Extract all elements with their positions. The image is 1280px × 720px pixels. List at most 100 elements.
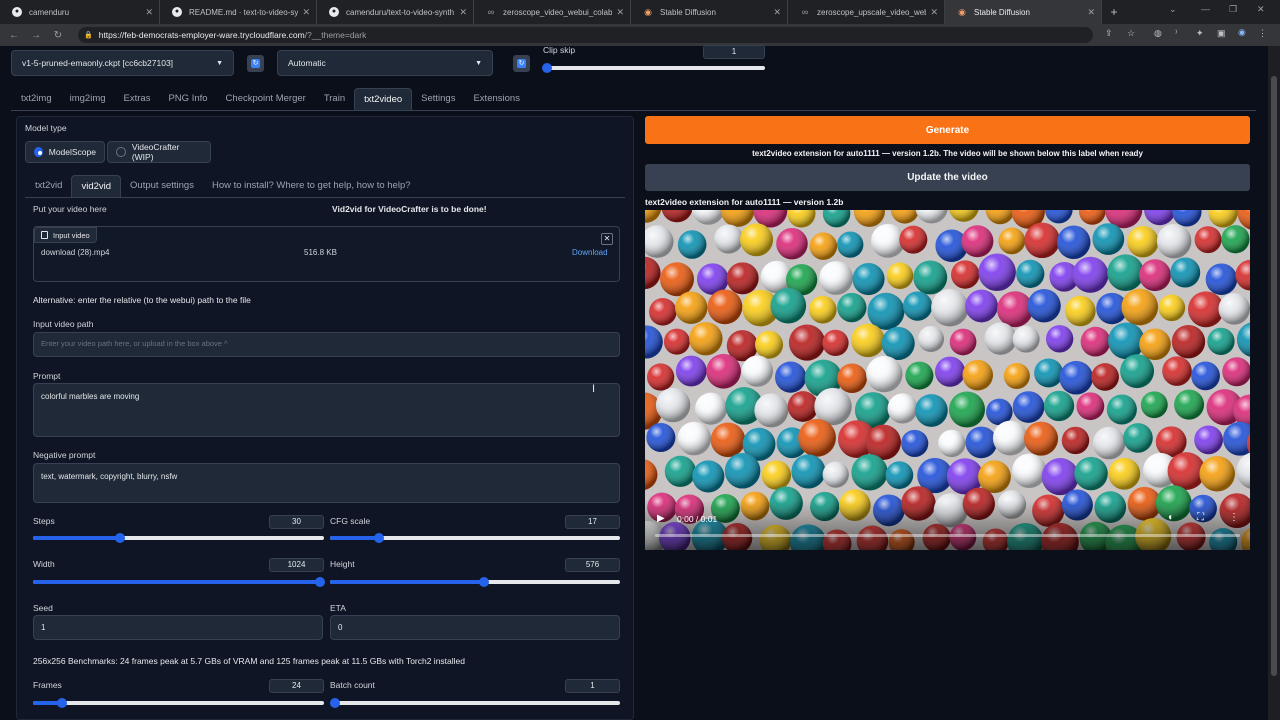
restore-icon[interactable]: ❐ [1229, 4, 1237, 15]
browser-tab[interactable]: ● camenduru ✕ [0, 0, 160, 24]
tab-txt2video[interactable]: txt2video [354, 88, 413, 110]
steps-input[interactable]: 30 [269, 515, 324, 529]
close-icon[interactable]: ✕ [930, 7, 938, 18]
tab-png-info[interactable]: PNG Info [159, 88, 216, 110]
volume-icon[interactable]: ◖ [1167, 512, 1173, 523]
height-slider[interactable] [330, 577, 620, 587]
back-icon[interactable]: ← [3, 30, 25, 41]
height-input[interactable]: 576 [565, 558, 620, 572]
tab-extras[interactable]: Extras [115, 88, 160, 110]
close-icon[interactable]: ✕ [145, 7, 153, 18]
slider-handle[interactable] [330, 698, 340, 708]
cfg-scale-input[interactable]: 17 [565, 515, 620, 529]
marble-highlight [726, 262, 759, 295]
page-scrollbar[interactable] [1268, 46, 1280, 720]
tab-img2img[interactable]: img2img [61, 88, 115, 110]
vae-dropdown[interactable]: Automatic ▼ [277, 50, 493, 76]
extension-icon[interactable]: ◍ [1154, 28, 1162, 39]
radio-modelscope[interactable]: ModelScope [25, 141, 105, 163]
slider-handle[interactable] [315, 577, 325, 587]
browser-tab[interactable]: ● camenduru/text-to-video-synth ✕ [317, 0, 474, 24]
update-video-button[interactable]: Update the video [645, 164, 1250, 191]
steps-slider[interactable] [33, 533, 324, 543]
tab-how-to-install[interactable]: How to install? Where to get help, how t… [203, 175, 420, 197]
negative-prompt-textarea[interactable]: text, watermark, copyright, blurry, nsfw [33, 463, 620, 503]
slider-handle[interactable] [542, 63, 552, 73]
batch-count-input[interactable]: 1 [565, 679, 620, 693]
eta-input[interactable]: 0 [330, 615, 620, 640]
video-player[interactable]: ▶ 0:00 / 0:01 ◖ ⛶ ⋮ [645, 210, 1250, 550]
marble-highlight [1107, 254, 1144, 292]
marble-highlight [689, 321, 723, 356]
star-icon[interactable]: ☆ [1127, 28, 1135, 39]
browser-tab-active[interactable]: ◉ Stable Diffusion ✕ [945, 0, 1102, 24]
tab-checkpoint-merger[interactable]: Checkpoint Merger [217, 88, 315, 110]
checkpoint-dropdown[interactable]: v1-5-pruned-emaonly.ckpt [cc6cb27103] ▼ [11, 50, 234, 76]
more-options-icon[interactable]: ⋮ [1229, 512, 1239, 523]
input-path-field[interactable]: Enter your video path here, or upload in… [33, 332, 620, 357]
batch-count-slider[interactable] [330, 698, 620, 708]
reload-icon[interactable]: ↻ [47, 30, 69, 41]
refresh-checkpoint-button[interactable]: ↻ [247, 55, 264, 72]
video-upload-box[interactable]: Input video ✕ download (28).mp4 516.8 KB… [33, 226, 620, 282]
close-icon[interactable]: ✕ [773, 7, 781, 18]
marble-highlight [1092, 426, 1126, 460]
profile-avatar[interactable]: ◉ [1238, 27, 1246, 38]
download-link[interactable]: Download [572, 248, 608, 257]
frames-slider[interactable] [33, 698, 324, 708]
lock-icon: 🔒 [84, 32, 93, 39]
prompt-textarea[interactable]: colorful marbles are moving [33, 383, 620, 437]
marble-highlight [740, 223, 774, 257]
close-icon[interactable]: ✕ [302, 7, 310, 18]
tab-txt2img[interactable]: txt2img [12, 88, 61, 110]
sub-tabs: txt2vid vid2vid Output settings How to i… [26, 175, 420, 197]
browser-tab[interactable]: ∞ zeroscope_upscale_video_webui ✕ [788, 0, 945, 24]
tab-txt2vid[interactable]: txt2vid [26, 175, 71, 197]
fullscreen-icon[interactable]: ⛶ [1197, 512, 1204, 523]
marble-highlight [741, 355, 774, 387]
browser-tab[interactable]: ∞ zeroscope_video_webui_colab.ip ✕ [474, 0, 631, 24]
tab-settings[interactable]: Settings [412, 88, 464, 110]
forward-icon[interactable]: → [25, 30, 47, 41]
clip-skip-slider[interactable] [542, 63, 765, 73]
url-field[interactable]: 🔒 https://feb-democrats-employer-ware.tr… [78, 27, 1093, 43]
frames-input[interactable]: 24 [269, 679, 324, 693]
github-icon: ● [172, 7, 182, 17]
address-bar: ← → ↻ 🔒 https://feb-democrats-employer-w… [0, 24, 1280, 46]
cfg-scale-slider[interactable] [330, 533, 620, 543]
tab-train[interactable]: Train [315, 88, 354, 110]
close-icon[interactable]: ✕ [459, 7, 467, 18]
new-tab-button[interactable]: + [1102, 5, 1126, 19]
extension-icon[interactable]: ⁾ [1175, 28, 1177, 39]
radio-videocrafter[interactable]: VideoCrafter (WIP) [107, 141, 211, 163]
more-icon[interactable]: ⋮ [1258, 28, 1267, 39]
chevron-down-icon[interactable]: ⌄ [1169, 4, 1177, 15]
play-icon[interactable]: ▶ [657, 513, 665, 524]
width-input[interactable]: 1024 [269, 558, 324, 572]
marble-highlight [1092, 223, 1125, 255]
browser-tab[interactable]: ◉ Stable Diffusion ✕ [631, 0, 788, 24]
marble-highlight [837, 231, 864, 258]
marble-highlight [1065, 295, 1096, 327]
share-icon[interactable]: ⇪ [1105, 28, 1113, 39]
tab-vid2vid[interactable]: vid2vid [71, 175, 122, 197]
tab-extensions[interactable]: Extensions [464, 88, 528, 110]
window-close-icon[interactable]: ✕ [1257, 4, 1265, 15]
slider-handle[interactable] [478, 577, 489, 587]
sidebar-icon[interactable]: ▣ [1217, 28, 1226, 39]
clip-skip-input[interactable]: 1 [703, 45, 765, 59]
width-slider[interactable] [33, 577, 325, 587]
tab-output-settings[interactable]: Output settings [121, 175, 203, 197]
generate-button[interactable]: Generate [645, 116, 1250, 144]
minimize-icon[interactable]: — [1201, 4, 1210, 14]
clear-upload-button[interactable]: ✕ [601, 233, 613, 245]
marble-highlight [1174, 389, 1205, 420]
seed-input[interactable]: 1 [33, 615, 323, 640]
close-icon[interactable]: ✕ [1087, 7, 1095, 18]
video-progress-bar[interactable] [655, 534, 1240, 537]
puzzle-icon[interactable]: ✦ [1196, 28, 1204, 39]
scrollbar-thumb[interactable] [1271, 76, 1277, 676]
close-icon[interactable]: ✕ [616, 7, 624, 18]
refresh-vae-button[interactable]: ↻ [513, 55, 530, 72]
browser-tab[interactable]: ● README.md · text-to-video-sy ✕ [160, 0, 317, 24]
